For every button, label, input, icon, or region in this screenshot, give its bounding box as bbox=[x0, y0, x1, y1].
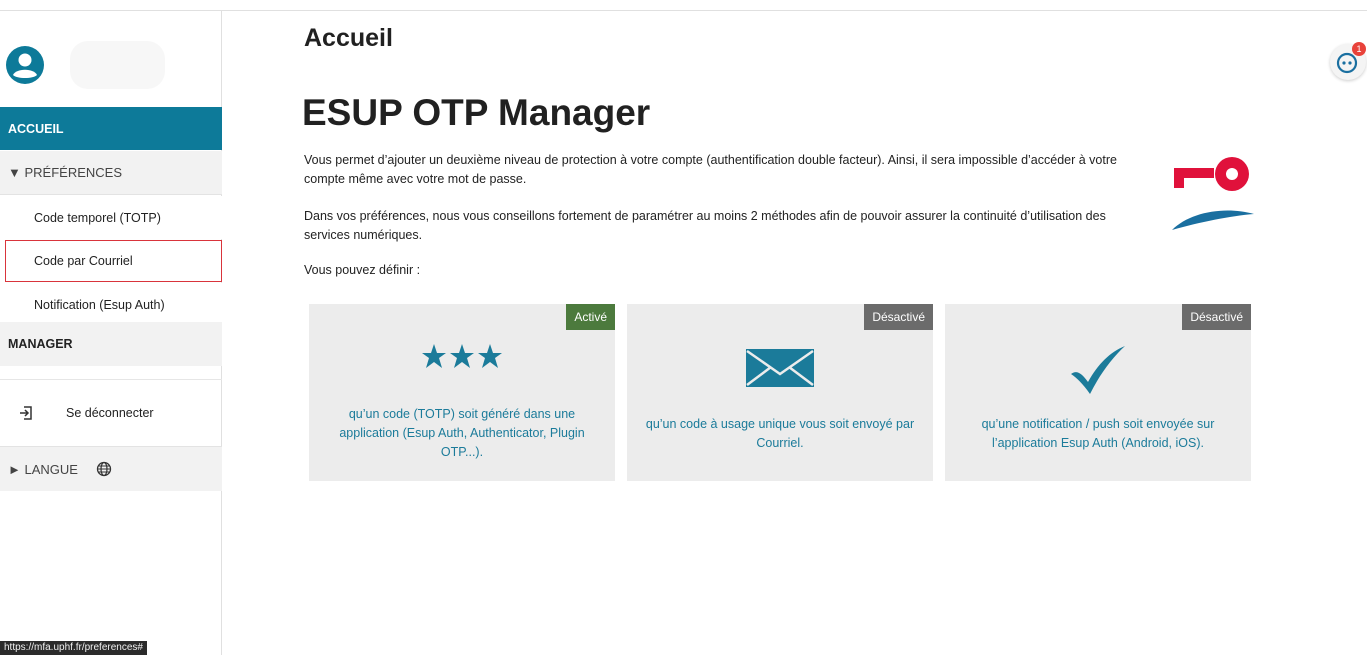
sidebar-item-accueil[interactable]: ACCUEIL bbox=[0, 107, 222, 150]
method-card-courriel[interactable]: Désactivé qu’un code à usage unique vous… bbox=[627, 304, 933, 481]
status-badge: Désactivé bbox=[1182, 304, 1251, 330]
app-heading: ESUP OTP Manager bbox=[302, 92, 651, 133]
intro-paragraph-3: Vous pouvez définir : bbox=[304, 263, 421, 277]
esup-logo bbox=[1172, 157, 1254, 230]
intro-paragraph-2: Dans vos préférences, nous vous conseill… bbox=[304, 209, 1106, 242]
intro-paragraph-1: Vous permet d’ajouter un deuxième niveau… bbox=[304, 153, 1117, 186]
asterisks-icon bbox=[309, 342, 615, 372]
page-title: Accueil bbox=[304, 24, 393, 52]
card-description: qu’un code (TOTP) soit généré dans une a… bbox=[339, 407, 585, 459]
user-section bbox=[0, 11, 222, 107]
sidebar-item-preferences[interactable]: ▼ PRÉFÉRENCES bbox=[0, 151, 222, 195]
card-description: qu’un code à usage unique vous soit envo… bbox=[645, 417, 915, 450]
logout-icon bbox=[20, 405, 32, 420]
card-description: qu’une notification / push soit envoyée … bbox=[981, 417, 1215, 450]
sidebar-item-langue[interactable]: ► LANGUE bbox=[0, 446, 222, 491]
status-badge: Désactivé bbox=[864, 304, 933, 330]
sidebar-item-manager[interactable]: MANAGER bbox=[0, 322, 222, 366]
help-chat-button[interactable]: 1 bbox=[1330, 42, 1366, 80]
langue-label: ► LANGUE bbox=[8, 461, 78, 477]
globe-icon bbox=[96, 461, 112, 477]
logout-label: Se déconnecter bbox=[66, 405, 154, 420]
sidebar-item-courriel[interactable]: Code par Courriel bbox=[5, 240, 222, 282]
sidebar-item-notification[interactable]: Notification (Esup Auth) bbox=[0, 283, 222, 326]
method-card-notification[interactable]: Désactivé qu’une notification / push soi… bbox=[945, 304, 1251, 481]
status-badge: Activé bbox=[566, 304, 615, 330]
sidebar: ACCUEIL ▼ PRÉFÉRENCES Code temporel (TOT… bbox=[0, 11, 222, 655]
notification-count-badge: 1 bbox=[1352, 42, 1366, 56]
account-circle-icon[interactable] bbox=[5, 45, 45, 85]
envelope-icon bbox=[627, 348, 933, 388]
status-bar-url: https://mfa.uphf.fr/preferences# bbox=[0, 641, 147, 655]
method-card-totp[interactable]: Activé qu’un code (TOTP) soit généré dan… bbox=[309, 304, 615, 481]
checkmark-icon bbox=[945, 344, 1251, 396]
sidebar-item-totp[interactable]: Code temporel (TOTP) bbox=[0, 196, 222, 239]
username-redacted bbox=[70, 41, 165, 89]
logout-button[interactable]: Se déconnecter bbox=[0, 379, 222, 445]
